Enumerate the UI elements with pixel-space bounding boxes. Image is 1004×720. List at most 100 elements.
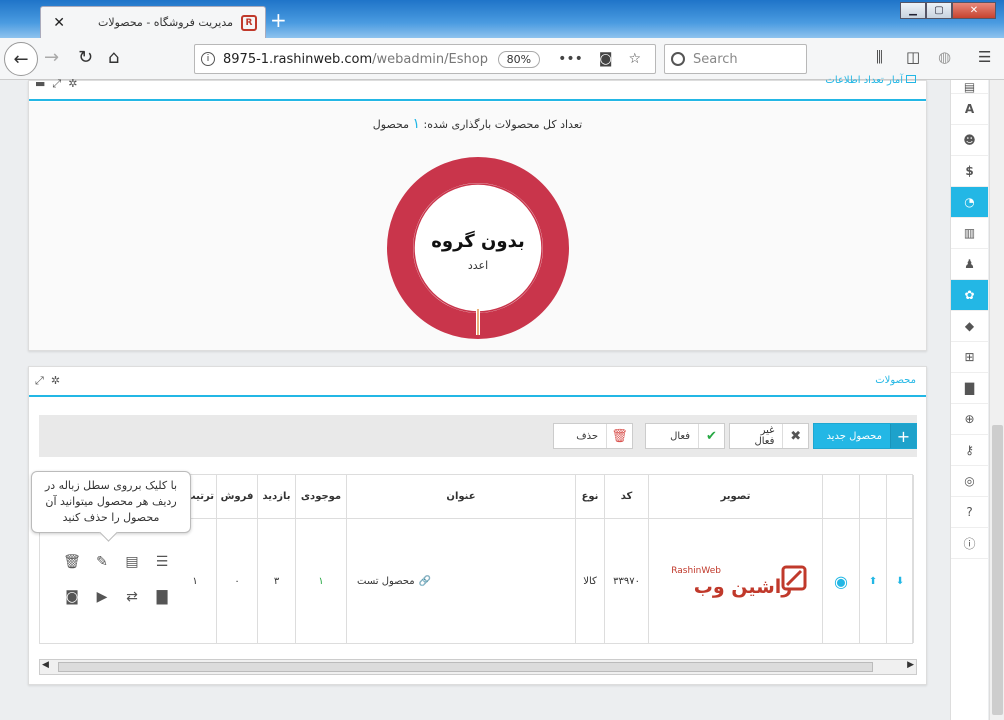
browser-tab[interactable]: R مدیریت فروشگاه - محصولات ✕ (40, 6, 266, 38)
stats-panel: آمار تعداد اطلاعات ▬ ⤢ ✲ تعداد کل محصولا… (28, 75, 927, 351)
view-eye-icon[interactable]: ◉ (823, 519, 860, 643)
home-icon[interactable]: ⌂ (108, 47, 119, 68)
cell-code: ۳۳۹۷۰ (605, 519, 649, 643)
col-image[interactable]: تصویر (649, 475, 823, 519)
sidebar-item-finance[interactable]: $ (951, 156, 988, 187)
stats-panel-title: آمار تعداد اطلاعات (825, 75, 916, 86)
library-icon[interactable]: ⫼ (876, 48, 883, 66)
donut-chart: بدون گروه اعدد (387, 157, 569, 339)
donut-label: بدون گروه (431, 230, 524, 252)
move-up-icon[interactable]: ⬆ (860, 519, 887, 643)
stats-title-text: آمار تعداد اطلاعات (825, 75, 903, 86)
play-icon[interactable]: ▶ (92, 589, 112, 605)
admin-sidebar: ▤ A ☻ $ ◔ ▥ ♟ ✿ ◆ ⊞ ▇ ⊕ ⚷ ◎ ? ⓘ (950, 80, 988, 720)
link-icon: 🔗 (418, 575, 432, 587)
pocket-icon[interactable]: ◙ (599, 51, 613, 67)
settings-icon[interactable]: ✲ (68, 77, 77, 90)
sidebar-item-info[interactable]: ⓘ (951, 528, 988, 559)
reload-icon[interactable]: ↻ (78, 47, 93, 68)
product-image[interactable]: RashinWeb راشین وب (649, 519, 823, 643)
details-list-icon[interactable]: ▤ (122, 554, 142, 570)
hscroll-thumb[interactable] (58, 662, 873, 672)
col-empty-2 (860, 475, 887, 519)
activate-button[interactable]: ✔ فعال (645, 423, 725, 449)
page-scrollbar[interactable] (989, 80, 1004, 720)
stats-panel-body: تعداد کل محصولات بارگذاری شده: ۱ محصول ب… (29, 102, 926, 350)
zoom-level[interactable]: 80% (497, 50, 541, 68)
col-code[interactable]: کد (605, 475, 649, 519)
forward-icon[interactable]: → (44, 47, 59, 68)
expand-icon[interactable]: ⤢ (52, 77, 61, 90)
menu-icon[interactable]: ☰ (978, 48, 991, 66)
cell-title[interactable]: 🔗 محصول تست (347, 519, 576, 643)
sidebar-item-users[interactable]: ☻ (951, 125, 988, 156)
summary-count: ۱ (412, 116, 421, 132)
globe-icon[interactable]: ◍ (938, 48, 951, 66)
table-hscroll[interactable]: ◀ ▶ (39, 659, 917, 675)
bookmark-star-icon[interactable]: ☆ (628, 51, 641, 67)
col-stock[interactable]: موجودی (296, 475, 347, 519)
minimize-icon[interactable]: ▁ (900, 2, 926, 19)
move-down-icon[interactable]: ⬇ (887, 519, 914, 643)
expand-icon[interactable]: ⤢ (35, 374, 44, 387)
cell-stock: ۱ (296, 519, 347, 643)
settings-icon[interactable]: ✲ (51, 374, 60, 387)
sidebar-item-zoom[interactable]: ⊕ (951, 404, 988, 435)
window-close-icon[interactable]: ✕ (952, 2, 996, 19)
search-box[interactable]: Search (664, 44, 807, 74)
sidebar-item-dashboard[interactable]: ◔ (951, 187, 988, 218)
scroll-right-icon[interactable]: ▶ (907, 660, 914, 670)
collapse-icon[interactable]: ▬ (35, 77, 45, 90)
sidebar-item-key[interactable]: ⚷ (951, 435, 988, 466)
trash-icon[interactable]: 🗑 (62, 554, 82, 570)
donut-marker (477, 309, 479, 335)
sidebar-item-stamp[interactable]: ♟ (951, 249, 988, 280)
search-icon (671, 52, 685, 66)
summary-suffix: محصول (372, 118, 409, 131)
url-text[interactable]: 8975-1.rashinweb.com/webadmin/Eshop (223, 52, 498, 67)
database-icon[interactable]: ☰ (152, 554, 172, 570)
browser-navbar: ← → ↻ ⌂ i 8975-1.rashinweb.com/webadmin/… (0, 38, 1004, 80)
col-title[interactable]: عنوان (347, 475, 576, 519)
sidebar-item-font[interactable]: A (951, 94, 988, 125)
deactivate-button[interactable]: ✖ غیر فعال (729, 423, 809, 449)
scrollbar-thumb[interactable] (992, 425, 1003, 715)
sidebar-item-windows[interactable]: ⊞ (951, 342, 988, 373)
col-views[interactable]: بازدید (258, 475, 296, 519)
delete-button[interactable]: 🗑 حذف (553, 423, 633, 449)
edit-pencil-icon[interactable]: ✎ (92, 554, 112, 570)
cell-title-text: محصول تست (357, 575, 415, 587)
sidebar-toggle-icon[interactable]: ◫ (906, 48, 920, 66)
sidebar-item-globe[interactable]: ◎ (951, 466, 988, 497)
logo-persian-text: راشین وب (693, 576, 792, 598)
back-icon[interactable]: ← (4, 42, 38, 76)
info-icon[interactable]: i (201, 52, 215, 66)
sidebar-item-file[interactable]: ▇ (951, 373, 988, 404)
sidebar-item-settings[interactable]: ✿ (951, 280, 988, 311)
camera-icon[interactable]: ◙ (62, 589, 82, 605)
col-empty-1 (887, 475, 914, 519)
site-favicon-icon: R (241, 14, 257, 31)
sidebar-item-reports[interactable]: ▥ (951, 218, 988, 249)
address-bar[interactable]: i 8975-1.rashinweb.com/webadmin/Eshop 80… (194, 44, 656, 74)
scroll-left-icon[interactable]: ◀ (42, 660, 49, 670)
cell-sales: ۰ (217, 519, 258, 643)
sidebar-item-help[interactable]: ? (951, 497, 988, 528)
shuffle-icon[interactable]: ⇄ (122, 589, 142, 605)
maximize-icon[interactable]: ▢ (926, 2, 952, 19)
col-sales[interactable]: فروش (217, 475, 258, 519)
cell-views: ۳ (258, 519, 296, 643)
stats-panel-header: آمار تعداد اطلاعات ▬ ⤢ ✲ (29, 75, 926, 101)
close-tab-icon[interactable]: ✕ (49, 15, 65, 31)
new-product-button[interactable]: + محصول جدید (813, 423, 917, 449)
summary-prefix: تعداد کل محصولات بارگذاری شده: (423, 118, 583, 131)
more-actions-icon[interactable]: ••• (558, 51, 583, 67)
sidebar-item-tags[interactable]: ◆ (951, 311, 988, 342)
bar-chart-icon[interactable]: ▇ (152, 589, 172, 605)
products-panel-header: محصولات ⤢ ✲ (29, 367, 926, 397)
sidebar-item-list[interactable]: ▤ (951, 80, 988, 94)
plus-icon: + (890, 424, 916, 448)
new-tab-icon[interactable]: + (270, 8, 287, 32)
panel-controls: ⤢ ✲ (35, 374, 60, 388)
col-type[interactable]: نوع (576, 475, 605, 519)
